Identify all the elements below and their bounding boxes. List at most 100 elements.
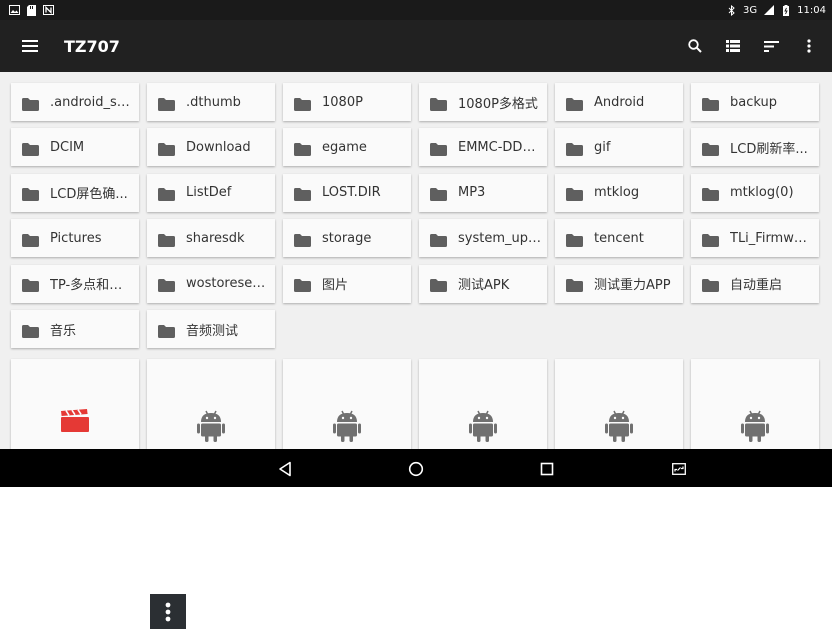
folder-item[interactable]: mtklog(0) xyxy=(691,173,819,212)
folder-item[interactable]: 测试重力APP xyxy=(555,264,683,303)
folder-name: 自动重启 xyxy=(730,278,783,294)
folder-item[interactable]: sharesdk xyxy=(147,219,275,258)
file-browser-content: .android_se... .dthumb 1080P 1080P多格式 Androi… xyxy=(0,72,832,449)
folder-name: mtklog(0) xyxy=(730,185,794,201)
home-icon[interactable] xyxy=(405,458,427,480)
recents-icon[interactable] xyxy=(536,458,558,480)
folder-item[interactable]: TP-多点和屏... xyxy=(11,264,139,303)
folder-name: backup xyxy=(730,94,777,110)
folder-item[interactable]: LOST.DIR xyxy=(283,173,411,212)
folder-icon xyxy=(158,277,175,293)
folder-icon xyxy=(22,232,39,247)
network-type: 3G xyxy=(743,4,758,16)
folder-name: 测试重力APP xyxy=(594,278,671,294)
folder-name: tencent xyxy=(594,230,644,246)
folder-item[interactable]: 音频测试 xyxy=(147,310,275,348)
app-toolbar: TZ707 xyxy=(0,20,832,72)
folder-item[interactable]: 测试APK xyxy=(419,264,547,303)
folder-item[interactable]: LCD刷新率... xyxy=(691,128,819,167)
folder-name: mtklog xyxy=(594,185,640,201)
folder-item[interactable]: EMMC-DDR-... xyxy=(419,128,547,167)
file-item[interactable] xyxy=(555,359,683,449)
folder-icon xyxy=(702,232,719,247)
folder-item[interactable]: .android_se... xyxy=(11,83,139,121)
folder-name: TP-多点和屏... xyxy=(50,278,135,294)
android-apk-icon xyxy=(605,410,633,442)
folder-icon xyxy=(566,186,583,202)
folder-item[interactable]: system_upd... xyxy=(419,219,547,258)
folder-name: Pictures xyxy=(50,230,102,246)
folder-icon xyxy=(430,277,447,293)
folder-item[interactable]: 音乐 xyxy=(11,310,139,348)
folder-icon xyxy=(158,141,175,156)
folder-icon xyxy=(566,141,583,156)
android-apk-icon xyxy=(741,410,769,442)
folder-name: egame xyxy=(322,139,367,155)
folder-name: storage xyxy=(322,230,372,246)
more-vert-icon[interactable] xyxy=(796,33,822,59)
folder-icon xyxy=(294,277,311,293)
folder-item[interactable]: Android xyxy=(555,83,683,121)
folder-item[interactable]: tencent xyxy=(555,219,683,258)
bluetooth-icon xyxy=(726,4,737,16)
folder-item[interactable]: MP3 xyxy=(419,173,547,212)
folder-item[interactable]: gif xyxy=(555,128,683,167)
folder-item[interactable]: backup xyxy=(691,83,819,121)
folder-item[interactable]: ListDef xyxy=(147,173,275,212)
file-item[interactable] xyxy=(147,359,275,449)
status-bar: 3G 11:04 xyxy=(0,0,832,20)
folder-name: TLi_Firmwar... xyxy=(730,230,819,246)
file-item[interactable] xyxy=(11,359,139,449)
folder-item[interactable]: egame xyxy=(283,128,411,167)
folder-item[interactable]: Download xyxy=(147,128,275,167)
folder-name: DCIM xyxy=(50,139,85,155)
folder-item[interactable]: 1080P xyxy=(283,83,411,121)
folder-icon xyxy=(430,232,447,247)
folder-name: MP3 xyxy=(458,185,486,201)
folder-name: Download xyxy=(186,139,251,155)
status-left xyxy=(0,4,54,16)
folder-icon xyxy=(22,141,39,156)
back-icon[interactable] xyxy=(274,458,296,480)
folder-item[interactable]: TLi_Firmwar... xyxy=(691,219,819,258)
folder-item[interactable]: DCIM xyxy=(11,128,139,167)
sort-icon[interactable] xyxy=(758,33,784,59)
folder-item[interactable]: 1080P多格式 xyxy=(419,83,547,121)
folder-item[interactable]: mtklog xyxy=(555,173,683,212)
folder-icon xyxy=(294,141,311,156)
folder-name: 1080P多格式 xyxy=(458,96,538,112)
folder-item[interactable]: 自动重启 xyxy=(691,264,819,303)
folder-icon xyxy=(158,96,175,111)
folder-icon xyxy=(702,277,719,293)
folder-name: 音频测试 xyxy=(186,323,239,339)
screenshot-icon[interactable] xyxy=(668,458,690,480)
status-right: 3G 11:04 xyxy=(726,4,832,16)
folder-item[interactable]: .dthumb xyxy=(147,83,275,121)
video-clapper-icon xyxy=(61,409,89,432)
list-view-icon[interactable] xyxy=(720,33,746,59)
clock: 11:04 xyxy=(797,4,826,16)
folder-name: 测试APK xyxy=(458,278,510,294)
menu-icon[interactable] xyxy=(16,32,44,60)
folder-item[interactable]: Pictures xyxy=(11,219,139,258)
battery-icon xyxy=(780,4,791,16)
floating-more-icon[interactable] xyxy=(150,594,186,629)
file-item[interactable] xyxy=(283,359,411,449)
file-item[interactable] xyxy=(419,359,547,449)
signal-icon xyxy=(763,5,774,16)
file-item[interactable] xyxy=(691,359,819,449)
search-icon[interactable] xyxy=(682,33,708,59)
sd-card-icon xyxy=(26,4,37,16)
folder-icon xyxy=(158,186,175,202)
folder-icon xyxy=(430,96,447,111)
folder-item[interactable]: storage xyxy=(283,219,411,258)
folder-item[interactable]: wostoresec... xyxy=(147,264,275,303)
folder-icon xyxy=(158,323,175,338)
folder-item[interactable]: LCD屏色确... xyxy=(11,173,139,212)
folder-icon xyxy=(22,277,39,293)
folder-name: EMMC-DDR-... xyxy=(458,139,547,155)
folder-icon xyxy=(158,232,175,247)
folder-icon xyxy=(566,232,583,247)
folder-item[interactable]: 图片 xyxy=(283,264,411,303)
folder-name: 1080P xyxy=(322,94,363,110)
